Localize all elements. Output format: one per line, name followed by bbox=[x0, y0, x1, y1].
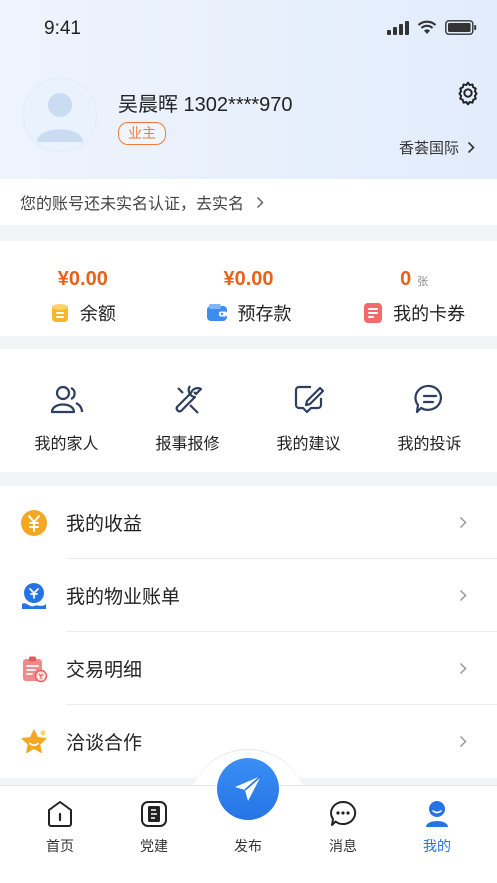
menu-list: 我的收益 我的物业账单 交易明细 洽谈合作 bbox=[0, 486, 497, 778]
user-profile-icon bbox=[426, 801, 448, 827]
coupon-unit: 张 bbox=[417, 276, 429, 288]
default-avatar-icon bbox=[25, 80, 95, 150]
balance-label: 余额 bbox=[79, 304, 116, 324]
chevron-right-icon bbox=[459, 589, 467, 602]
services-grid: 我的家人 报事报修 我的建议 我的投诉 bbox=[0, 349, 497, 472]
service-label: 我的家人 bbox=[34, 436, 99, 453]
coin-icon bbox=[51, 304, 68, 322]
repair-icon bbox=[175, 385, 202, 414]
chevron-right-icon bbox=[459, 662, 467, 675]
tab-label: 我的 bbox=[423, 838, 451, 854]
service-complaint[interactable]: 我的投诉 bbox=[369, 349, 490, 472]
coupons-item[interactable]: 0 张 我的卡券 bbox=[331, 241, 497, 336]
tab-mine[interactable]: 我的 bbox=[397, 786, 477, 866]
income-icon bbox=[21, 510, 47, 536]
menu-label: 交易明细 bbox=[66, 660, 143, 681]
menu-item-transactions[interactable]: 交易明细 bbox=[0, 632, 497, 705]
role-badge: 业主 bbox=[118, 122, 166, 145]
deposit-item[interactable]: ¥0.00 预存款 bbox=[166, 241, 332, 336]
suggestion-icon bbox=[294, 385, 324, 414]
home-icon bbox=[48, 801, 72, 827]
family-icon bbox=[50, 385, 83, 414]
chevron-right-icon bbox=[256, 196, 264, 208]
service-label: 报事报修 bbox=[155, 436, 220, 453]
coupon-count: 0 bbox=[400, 268, 412, 290]
status-icons bbox=[387, 20, 477, 35]
status-time: 9:41 bbox=[44, 18, 81, 39]
tab-messages[interactable]: 消息 bbox=[303, 786, 383, 866]
tab-label: 首页 bbox=[46, 838, 74, 854]
balance-value: ¥0.00 bbox=[57, 268, 108, 290]
tab-label: 消息 bbox=[329, 838, 357, 854]
service-family[interactable]: 我的家人 bbox=[6, 349, 127, 472]
service-label: 我的投诉 bbox=[397, 436, 462, 453]
status-bar: 9:41 bbox=[0, 0, 497, 56]
verify-identity-banner[interactable]: 您的账号还未实名认证，去实名 bbox=[0, 179, 497, 225]
coupon-icon bbox=[364, 303, 383, 323]
service-repair[interactable]: 报事报修 bbox=[127, 349, 248, 472]
service-label: 我的建议 bbox=[276, 436, 341, 453]
paper-plane-icon bbox=[235, 775, 262, 801]
chevron-right-icon bbox=[459, 516, 467, 529]
bill-icon bbox=[22, 583, 46, 609]
publish-button[interactable] bbox=[217, 758, 279, 820]
verify-text: 您的账号还未实名认证，去实名 bbox=[20, 196, 245, 213]
service-suggestion[interactable]: 我的建议 bbox=[248, 349, 369, 472]
publish-label: 发布 bbox=[234, 838, 262, 854]
user-name: 吴晨晖 1302****970 bbox=[118, 94, 293, 116]
avatar[interactable] bbox=[22, 77, 98, 153]
party-building-icon bbox=[141, 801, 167, 827]
wifi-icon bbox=[417, 20, 437, 34]
chevron-right-icon bbox=[459, 735, 467, 748]
deposit-value: ¥0.00 bbox=[223, 268, 274, 290]
wallet-summary: ¥0.00 余额 ¥0.00 预存款 0 张 我的卡券 bbox=[0, 241, 497, 336]
deposit-label: 预存款 bbox=[237, 304, 292, 324]
message-icon bbox=[330, 800, 357, 826]
complaint-icon bbox=[413, 384, 442, 414]
transaction-icon bbox=[23, 656, 48, 683]
menu-label: 我的物业账单 bbox=[66, 587, 181, 608]
chevron-right-icon bbox=[467, 141, 475, 154]
cooperation-icon bbox=[21, 729, 47, 754]
wallet-icon bbox=[206, 304, 227, 321]
community-selector[interactable]: 香荟国际 bbox=[399, 137, 475, 158]
signal-icon bbox=[387, 20, 409, 35]
tab-label: 党建 bbox=[140, 838, 168, 854]
tab-home[interactable]: 首页 bbox=[20, 786, 100, 866]
balance-item[interactable]: ¥0.00 余额 bbox=[0, 241, 166, 336]
battery-icon bbox=[445, 20, 477, 35]
menu-item-income[interactable]: 我的收益 bbox=[0, 486, 497, 559]
menu-label: 洽谈合作 bbox=[66, 733, 143, 754]
tab-party[interactable]: 党建 bbox=[114, 786, 194, 866]
settings-gear-icon[interactable] bbox=[455, 80, 481, 106]
menu-item-property-bill[interactable]: 我的物业账单 bbox=[0, 559, 497, 632]
menu-label: 我的收益 bbox=[66, 514, 143, 535]
community-name: 香荟国际 bbox=[398, 140, 459, 157]
coupons-label: 我的卡券 bbox=[393, 304, 466, 324]
